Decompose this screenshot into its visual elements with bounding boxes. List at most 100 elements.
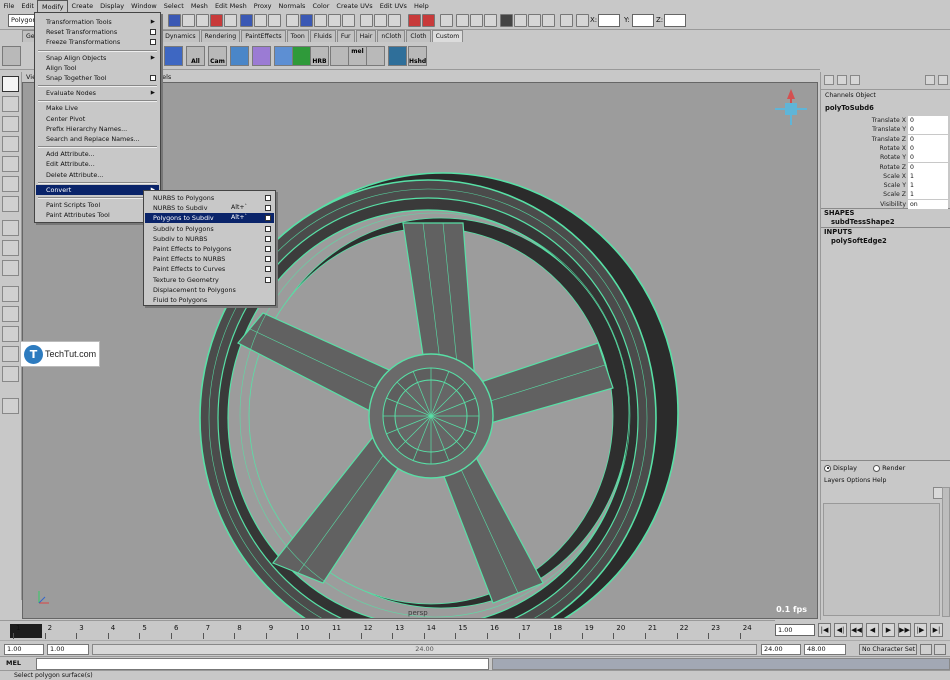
convert-nurbs-to-subdiv[interactable]: NURBS to Subdiv Alt+` — [145, 203, 274, 213]
select-dynamics-icon[interactable] — [240, 14, 253, 27]
cb-layout-3-icon[interactable] — [850, 75, 860, 85]
option-box-icon[interactable] — [150, 75, 156, 81]
channel-value[interactable]: on — [908, 199, 948, 209]
shelf-cube-icon[interactable] — [164, 46, 183, 66]
rotate-tool-icon[interactable] — [2, 156, 19, 172]
mel-label[interactable]: MEL — [6, 659, 21, 667]
menu-edit[interactable]: Edit — [18, 0, 38, 12]
menu-color[interactable]: Color — [309, 0, 333, 12]
snap-curve-icon[interactable] — [300, 14, 313, 27]
convert-subdiv-to-nurbs[interactable]: Subdiv to NURBS — [145, 234, 274, 244]
option-box-icon[interactable] — [265, 246, 271, 252]
numeric-input-icon[interactable] — [576, 14, 589, 27]
step-forward-icon[interactable]: |▶ — [914, 623, 927, 637]
select-handles-icon[interactable] — [168, 14, 181, 27]
menu-edit-uvs[interactable]: Edit UVs — [376, 0, 410, 12]
step-back-icon[interactable]: ◀| — [834, 623, 847, 637]
menu-mesh[interactable]: Mesh — [187, 0, 211, 12]
display-radio[interactable] — [824, 464, 831, 472]
channel-box-node-name[interactable]: polyToSubd6 — [825, 104, 874, 112]
script-layout-icon[interactable] — [2, 366, 19, 382]
shelf-all-icon[interactable]: All — [186, 46, 205, 66]
end-time-field[interactable]: 48.00 — [804, 644, 846, 655]
tool-settings-icon[interactable] — [514, 14, 527, 27]
layer-editor-icon[interactable] — [542, 14, 555, 27]
shelf-hshd-icon[interactable]: Hshd — [408, 46, 427, 66]
option-box-icon[interactable] — [265, 266, 271, 273]
x-field[interactable] — [598, 14, 620, 27]
modify-menu-reset-transformations[interactable]: Reset Transformations — [36, 27, 159, 37]
hypershade-layout-icon[interactable] — [2, 326, 19, 342]
ipr-render-icon[interactable] — [440, 14, 453, 27]
modify-menu-convert[interactable]: Convert▶ — [36, 184, 159, 195]
select-deformations-icon[interactable] — [224, 14, 237, 27]
modify-menu-paint-attributes-tool[interactable]: Paint Attributes Tool — [36, 210, 159, 220]
modify-menu-center-pivot[interactable]: Center Pivot — [36, 114, 159, 124]
shelf-download-icon[interactable] — [388, 46, 407, 66]
convert-paint-effects-to-nurbs[interactable]: Paint Effects to NURBS — [145, 254, 274, 264]
menu-modify[interactable]: Modify — [37, 0, 69, 12]
convert-paint-effects-to-polygons[interactable]: Paint Effects to Polygons — [145, 244, 274, 254]
shelf-tab-fluids[interactable]: Fluids — [309, 30, 336, 42]
step-forward-key-icon[interactable]: ▶▶ — [898, 623, 911, 637]
render-frame-icon[interactable] — [422, 14, 435, 27]
shelf-light-icon[interactable] — [230, 46, 249, 66]
modify-menu-transformation-tools[interactable]: Transformation Tools ▶ — [36, 17, 159, 27]
render-settings-icon[interactable] — [456, 14, 469, 27]
select-tool-icon[interactable] — [2, 76, 19, 92]
layout-options-icon[interactable] — [2, 398, 19, 414]
cb-attribute-icon[interactable] — [925, 75, 935, 85]
modify-menu-align-tool[interactable]: Align Tool — [36, 63, 159, 73]
modify-menu-paint-scripts-tool[interactable]: Paint Scripts Tool — [36, 200, 159, 210]
option-box-icon[interactable] — [265, 276, 271, 283]
convert-subdiv-to-polygons[interactable]: Subdiv to Polygons — [145, 224, 274, 234]
anim-prefs-icon[interactable] — [934, 644, 946, 655]
shelf-tab-painteffects[interactable]: PaintEffects — [241, 30, 286, 42]
modify-menu-search-and-replace-names[interactable]: Search and Replace Names... — [36, 134, 159, 144]
modify-menu-edit-attribute[interactable]: Edit Attribute... — [36, 159, 159, 169]
convert-fluid-to-polygons[interactable]: Fluid to Polygons — [145, 295, 274, 305]
layer-scrollbar[interactable] — [942, 487, 950, 617]
shelf-tab-dynamics[interactable]: Dynamics — [161, 30, 200, 42]
current-frame-marker[interactable] — [10, 624, 42, 638]
channel-value[interactable]: 0 — [908, 153, 948, 163]
option-box-icon[interactable] — [265, 225, 271, 232]
convert-texture-to-geometry[interactable]: Texture to Geometry — [145, 275, 274, 285]
option-box-icon[interactable] — [265, 256, 271, 263]
shelf-tab-fur[interactable]: Fur — [336, 30, 355, 42]
graph-layout-icon[interactable] — [2, 306, 19, 322]
snap-view-plane-icon[interactable] — [328, 14, 341, 27]
shelf-hypershade-icon[interactable] — [252, 46, 271, 66]
z-field[interactable] — [664, 14, 686, 27]
modify-menu-snap-align-objects[interactable]: Snap Align Objects ▶ — [36, 53, 159, 63]
channel-value[interactable]: 0 — [908, 125, 948, 135]
shelf-joint-icon[interactable] — [366, 46, 385, 66]
snap-point-icon[interactable] — [314, 14, 327, 27]
make-live-icon[interactable] — [342, 14, 355, 27]
option-box-icon[interactable] — [150, 39, 156, 46]
move-tool-icon[interactable] — [2, 136, 19, 152]
menu-edit-mesh[interactable]: Edit Mesh — [211, 0, 250, 12]
play-backward-icon[interactable]: ◀ — [866, 623, 879, 637]
render-radio[interactable] — [873, 464, 881, 472]
channel-row[interactable]: Visibility on — [821, 199, 950, 209]
channel-box-icon[interactable] — [528, 14, 541, 27]
convert-polygons-to-subdiv[interactable]: Polygons to Subdiv Alt+` — [145, 213, 274, 224]
select-joints-icon[interactable] — [182, 14, 195, 27]
channel-value[interactable]: 0 — [908, 143, 948, 153]
modify-menu-prefix-hierarchy-names[interactable]: Prefix Hierarchy Names... — [36, 124, 159, 134]
key-icon[interactable] — [920, 644, 932, 655]
hypershade-icon[interactable] — [470, 14, 483, 27]
channel-value[interactable]: 0 — [908, 134, 948, 144]
channel-row[interactable]: Scale X1 — [821, 171, 950, 181]
shelf-mel-icon[interactable]: mel — [348, 46, 367, 66]
scale-tool-icon[interactable] — [2, 176, 19, 192]
modify-menu-snap-together-tool[interactable]: Snap Together Tool — [36, 73, 159, 83]
shelf-hrb-icon[interactable]: HRB — [310, 46, 329, 66]
history-toggle-icon[interactable] — [388, 14, 401, 27]
channel-value[interactable]: 0 — [908, 116, 948, 125]
outliner-icon[interactable] — [560, 14, 573, 27]
step-back-key-icon[interactable]: ◀◀ — [850, 623, 863, 637]
channel-row[interactable]: Translate Y0 — [821, 125, 950, 135]
single-pane-icon[interactable] — [2, 220, 19, 236]
